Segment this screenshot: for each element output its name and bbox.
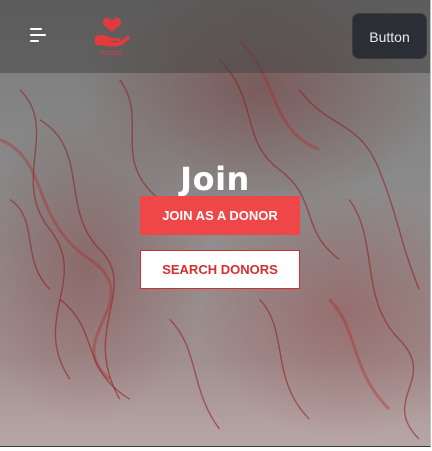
- logo-text: ECOOS: [101, 51, 123, 57]
- join-as-donor-button[interactable]: JOIN AS A DONOR: [140, 196, 300, 235]
- hand-heart-logo-icon: [95, 17, 130, 47]
- page-frame: ECOOS Button Join JOIN AS A DONOR SEARCH…: [0, 0, 431, 447]
- header-button[interactable]: Button: [352, 13, 427, 59]
- top-header: ECOOS Button: [0, 0, 430, 73]
- logo[interactable]: ECOOS: [92, 13, 132, 57]
- hero-title: Join: [180, 160, 250, 198]
- hamburger-menu-icon[interactable]: [30, 28, 46, 42]
- search-donors-button[interactable]: SEARCH DONORS: [140, 250, 300, 289]
